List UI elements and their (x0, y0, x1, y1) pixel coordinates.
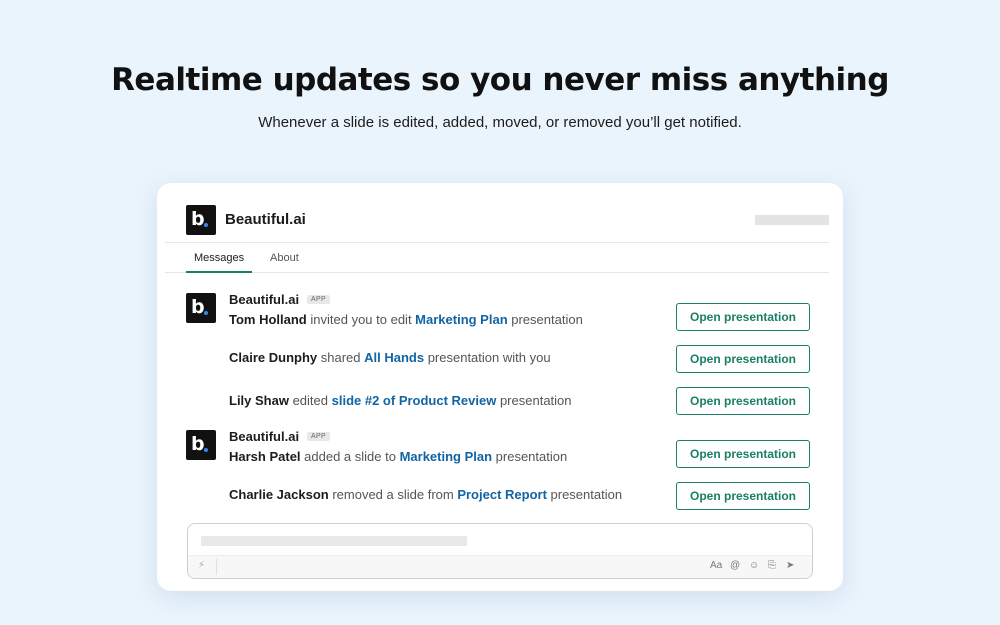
message-line: Tom Holland invited you to edit Marketin… (229, 312, 583, 327)
presentation-link[interactable]: Project Report (457, 487, 547, 502)
page-subtitle: Whenever a slide is edited, added, moved… (258, 114, 742, 131)
open-presentation-button[interactable]: Open presentation (676, 345, 810, 373)
open-presentation-button[interactable]: Open presentation (676, 482, 810, 510)
open-presentation-button[interactable]: Open presentation (676, 387, 810, 415)
presentation-link[interactable]: Marketing Plan (400, 449, 492, 464)
tab-about[interactable]: About (262, 252, 307, 273)
composer-toolbar: ⚡︎ Aa @ ☺ ⎘ ➤ (188, 555, 812, 578)
app-header: b Beautiful.ai (165, 183, 829, 243)
header-placeholder (755, 215, 829, 225)
slack-app-card: b Beautiful.ai Messages About b Beautifu… (157, 183, 843, 591)
message-line: Lily Shaw edited slide #2 of Product Rev… (229, 393, 572, 408)
app-name: Beautiful.ai (225, 211, 306, 228)
sender-name: Beautiful.ai (229, 429, 300, 444)
app-badge: APP (307, 295, 330, 304)
app-badge: APP (307, 432, 330, 441)
tab-bar: Messages About (165, 244, 829, 273)
presentation-link[interactable]: slide #2 of Product Review (332, 393, 497, 408)
page-title: Realtime updates so you never miss anyth… (111, 62, 889, 98)
open-presentation-button[interactable]: Open presentation (676, 440, 810, 468)
message-line: Charlie Jackson removed a slide from Pro… (229, 487, 623, 502)
beautiful-ai-logo-icon: b (186, 205, 216, 235)
message-input[interactable] (201, 536, 467, 546)
message-line: Claire Dunphy shared All Hands presentat… (229, 350, 551, 365)
sender-name: Beautiful.ai (229, 292, 300, 307)
tab-messages[interactable]: Messages (186, 252, 253, 273)
open-presentation-button[interactable]: Open presentation (676, 303, 810, 331)
emoji-icon[interactable]: ☺ (749, 560, 759, 571)
format-text-icon[interactable]: Aa (710, 560, 722, 571)
send-icon[interactable]: ➤ (786, 560, 794, 571)
toolbar-divider (216, 559, 217, 575)
attachment-icon[interactable]: ⎘ (768, 560, 776, 571)
message-line: Harsh Patel added a slide to Marketing P… (229, 449, 568, 464)
presentation-link[interactable]: All Hands (364, 350, 424, 365)
lightning-icon[interactable]: ⚡︎ (198, 560, 205, 571)
mention-icon[interactable]: @ (730, 560, 740, 571)
presentation-link[interactable]: Marketing Plan (415, 312, 507, 327)
sender-avatar-icon: b (186, 430, 216, 460)
message-composer[interactable]: ⚡︎ Aa @ ☺ ⎘ ➤ (187, 523, 813, 579)
sender-avatar-icon: b (186, 293, 216, 323)
